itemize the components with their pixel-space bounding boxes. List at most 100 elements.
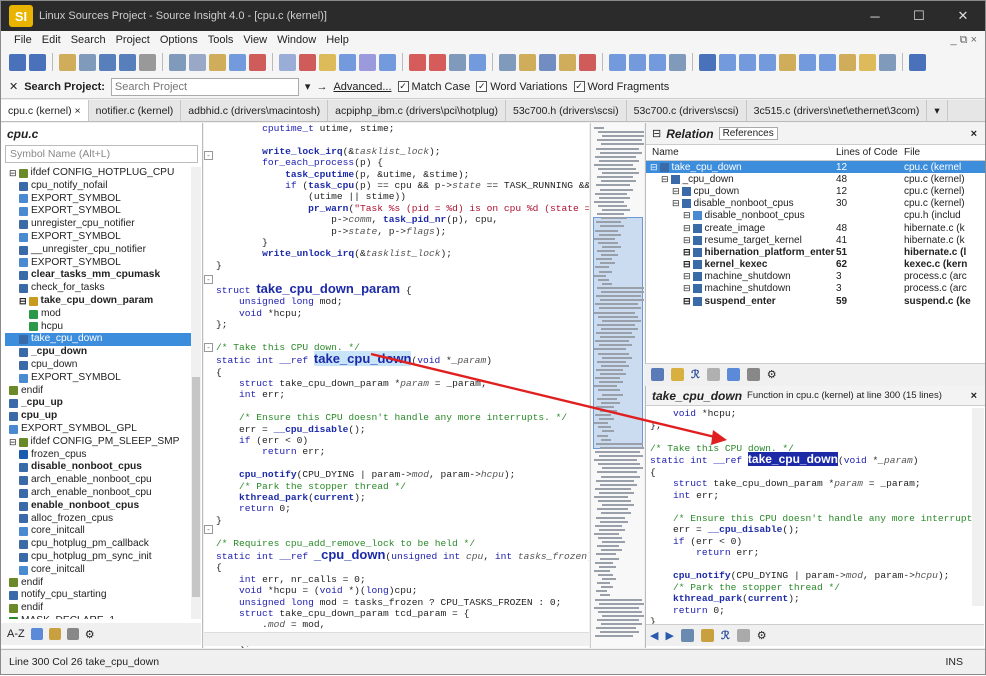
expand-toggle-icon[interactable]: ⊟ bbox=[650, 162, 658, 173]
toolbar-button-icon[interactable] bbox=[649, 53, 666, 71]
code-line[interactable]: pr_warn("Task %s (pid = %d) is on cpu %d… bbox=[216, 203, 589, 214]
expand-toggle-icon[interactable]: ⊟ bbox=[683, 210, 691, 221]
toolbar-button-icon[interactable] bbox=[469, 53, 486, 71]
search-project-input[interactable] bbox=[110, 77, 299, 96]
menu-search[interactable]: Search bbox=[66, 34, 111, 46]
symbol-item[interactable]: mod bbox=[5, 308, 191, 321]
overview-scroller[interactable] bbox=[590, 123, 644, 648]
symbol-item[interactable]: EXPORT_SYMBOL bbox=[5, 205, 191, 218]
toolbar-button-icon[interactable] bbox=[609, 53, 626, 71]
code-line[interactable]: cputime_t utime, stime; bbox=[216, 123, 589, 134]
word-variations-checkbox[interactable]: ✓ Word Variations bbox=[476, 81, 568, 93]
code-line[interactable]: } bbox=[216, 515, 589, 526]
expand-toggle-icon[interactable]: ⊟ bbox=[683, 223, 691, 234]
relation-row[interactable]: ⊟ machine_shutdown 3 process.c (arc bbox=[646, 271, 985, 283]
code-line[interactable]: write_unlock_irq(&tasklist_lock); bbox=[216, 248, 589, 259]
context-code-line[interactable]: { bbox=[650, 467, 970, 479]
code-line[interactable]: struct take_cpu_down_param *param = _par… bbox=[216, 378, 589, 389]
expand-toggle-icon[interactable]: ⊟ bbox=[9, 167, 17, 180]
context-code-line[interactable] bbox=[650, 559, 970, 571]
code-line[interactable] bbox=[216, 134, 589, 145]
close-icon[interactable]: × bbox=[971, 390, 985, 402]
context-code-line[interactable]: struct take_cpu_down_param *param = _par… bbox=[650, 478, 970, 490]
relation-row[interactable]: ⊟ disable_nonboot_cpus 30 cpu.c (kernel) bbox=[646, 198, 985, 210]
toolbar-button-icon[interactable] bbox=[229, 53, 246, 71]
toolbar-button-icon[interactable] bbox=[719, 53, 736, 71]
column-name[interactable]: Name bbox=[646, 147, 836, 158]
toolbar-button-icon[interactable] bbox=[189, 53, 206, 71]
file-tab[interactable]: 53c700.c (drivers\scsi) bbox=[627, 100, 747, 121]
context-code[interactable]: void *hcpu;}; /* Take this CPU down. */s… bbox=[650, 408, 984, 628]
toolbar-button-icon[interactable] bbox=[379, 53, 396, 71]
code-line[interactable]: cpu_notify(CPU_DYING | param->mod, param… bbox=[216, 469, 589, 480]
symbol-item[interactable]: endif bbox=[5, 385, 191, 398]
symbol-item[interactable]: cpu_up bbox=[5, 410, 191, 423]
symbol-item[interactable]: endif bbox=[5, 577, 191, 590]
relation-row[interactable]: ⊟ _cpu_down 48 cpu.c (kernel) bbox=[646, 173, 985, 185]
toolbar-button-icon[interactable] bbox=[799, 53, 816, 71]
symbol-item[interactable]: EXPORT_SYMBOL bbox=[5, 231, 191, 244]
forward-icon[interactable]: ▶ bbox=[665, 629, 673, 642]
code-line[interactable]: if (task_cpu(p) == cpu && p->state == TA… bbox=[216, 180, 589, 191]
code-line[interactable]: p->state, p->flags); bbox=[216, 226, 589, 237]
mdi-window-controls[interactable]: _ ⧉ × bbox=[945, 34, 985, 47]
toolbar-button-icon[interactable] bbox=[79, 53, 96, 71]
context-code-line[interactable]: return 0; bbox=[650, 605, 970, 617]
close-search-icon[interactable]: ✕ bbox=[9, 80, 18, 93]
toolbar-button-icon[interactable] bbox=[449, 53, 466, 71]
code-line[interactable]: /* Park the stopper thread */ bbox=[216, 481, 589, 492]
menu-window[interactable]: Window bbox=[272, 34, 321, 46]
toolbar-button-icon[interactable] bbox=[779, 53, 796, 71]
relation-row[interactable]: ⊟ kernel_kexec 62 kexec.c (kern bbox=[646, 259, 985, 271]
fold-toggle-icon[interactable]: - bbox=[204, 343, 213, 352]
context-code-line[interactable]: void *hcpu; bbox=[650, 408, 970, 420]
relation-icon[interactable]: ℛ bbox=[721, 629, 730, 642]
maximize-button[interactable]: ☐ bbox=[897, 1, 941, 31]
advanced-link[interactable]: Advanced... bbox=[333, 81, 391, 93]
code-line[interactable] bbox=[216, 526, 589, 537]
close-icon[interactable]: × bbox=[971, 128, 985, 140]
context-code-line[interactable]: return err; bbox=[650, 547, 970, 559]
context-scrollbar[interactable] bbox=[972, 408, 984, 606]
toolbar-button-icon[interactable] bbox=[629, 53, 646, 71]
match-case-checkbox[interactable]: ✓ Match Case bbox=[397, 81, 470, 93]
tab-overflow-button[interactable]: ▾ bbox=[927, 100, 948, 121]
menu-options[interactable]: Options bbox=[155, 34, 203, 46]
code-line[interactable]: task_cputime(p, &utime, &stime); bbox=[216, 169, 589, 180]
gear-icon[interactable]: ⚙ bbox=[85, 628, 95, 641]
code-line[interactable]: { bbox=[216, 367, 589, 378]
relation-row[interactable]: ⊟ cpu_down 12 cpu.c (kernel) bbox=[646, 185, 985, 197]
file-tab[interactable]: cpu.c (kernel) × bbox=[1, 100, 89, 121]
toolbar-button-icon[interactable] bbox=[169, 53, 186, 71]
toolbar-button-icon[interactable] bbox=[759, 53, 776, 71]
toolbar-button-icon[interactable] bbox=[209, 53, 226, 71]
expand-toggle-icon[interactable]: ⊟ bbox=[672, 198, 680, 209]
code-line[interactable]: } bbox=[216, 237, 589, 248]
expand-toggle-icon[interactable]: ⊟ bbox=[683, 235, 691, 246]
symbol-item[interactable]: core_initcall bbox=[5, 564, 191, 577]
symbol-item[interactable]: arch_enable_nonboot_cpu bbox=[5, 474, 191, 487]
outline-icon[interactable] bbox=[726, 368, 740, 381]
toolbar-button-icon[interactable] bbox=[739, 53, 756, 71]
symbol-item[interactable]: ⊟ take_cpu_down_param bbox=[5, 295, 191, 308]
expand-toggle-icon[interactable]: ⊟ bbox=[683, 283, 691, 294]
symbol-scrollbar[interactable] bbox=[191, 167, 201, 619]
toolbar-button-icon[interactable] bbox=[409, 53, 426, 71]
code-line[interactable]: unsigned long mod; bbox=[216, 296, 589, 307]
back-icon[interactable]: ◀ bbox=[650, 629, 658, 642]
code-line[interactable]: err = __cpu_disable(); bbox=[216, 424, 589, 435]
context-code-line[interactable]: if (err < 0) bbox=[650, 536, 970, 548]
symbol-item[interactable]: disable_nonboot_cpus bbox=[5, 461, 191, 474]
symbol-item[interactable]: _cpu_down bbox=[5, 346, 191, 359]
context-code-line[interactable]: int err; bbox=[650, 490, 970, 502]
close-button[interactable]: ✕ bbox=[941, 1, 985, 31]
filter-icon[interactable] bbox=[66, 628, 79, 640]
code-line[interactable]: .mod = mod, bbox=[216, 619, 589, 630]
code-line[interactable]: int err, nr_calls = 0; bbox=[216, 574, 589, 585]
source-code[interactable]: cputime_t utime, stime; write_lock_irq(&… bbox=[216, 123, 589, 648]
code-line[interactable]: /* Requires cpu_add_remove_lock to be he… bbox=[216, 538, 589, 549]
symbol-item[interactable]: core_initcall bbox=[5, 525, 191, 538]
symbol-item[interactable]: hcpu bbox=[5, 321, 191, 334]
expand-toggle-icon[interactable]: ⊟ bbox=[9, 436, 17, 449]
code-line[interactable]: void *hcpu = (void *)(long)cpu; bbox=[216, 585, 589, 596]
